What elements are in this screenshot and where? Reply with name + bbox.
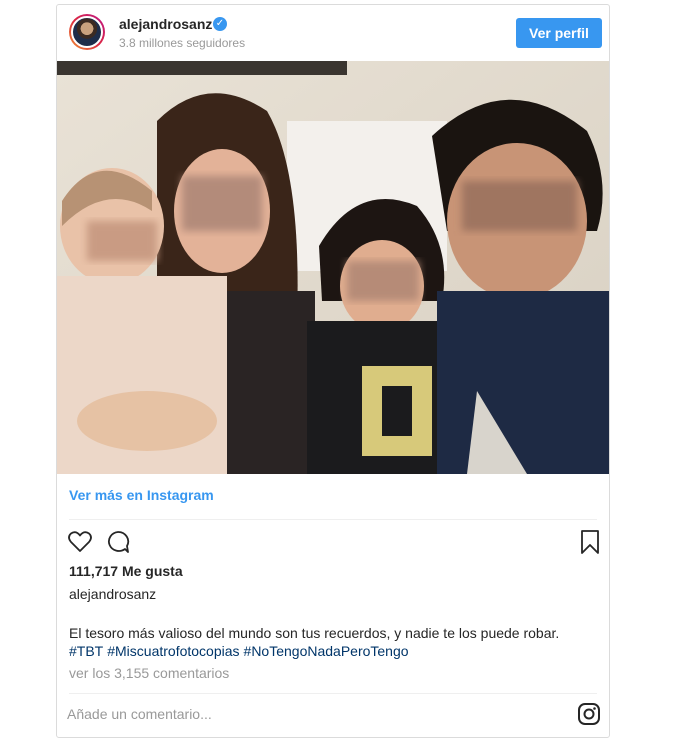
view-comments-link[interactable]: ver los 3,155 comentarios xyxy=(69,665,229,681)
hashtag-link[interactable]: #Miscuatrofotocopias xyxy=(107,643,239,659)
username[interactable]: alejandrosanz xyxy=(119,16,212,32)
follower-count: 3.8 millones seguidores xyxy=(119,36,246,50)
view-more-on-instagram-link[interactable]: Ver más en Instagram xyxy=(69,487,214,503)
hashtag-link[interactable]: #TBT xyxy=(69,643,103,659)
hashtag-link[interactable]: #NoTengoNadaPeroTengo xyxy=(244,643,409,659)
post-header: alejandrosanz ✓ 3.8 millones seguidores … xyxy=(57,5,609,61)
verified-badge-icon: ✓ xyxy=(213,17,227,31)
caption-author[interactable]: alejandrosanz xyxy=(69,586,156,602)
post-photo[interactable] xyxy=(57,61,609,474)
comment-icon[interactable] xyxy=(105,529,131,555)
heart-icon[interactable] xyxy=(67,529,93,555)
divider xyxy=(69,693,597,694)
instagram-logo-icon[interactable] xyxy=(577,702,601,726)
caption-text: El tesoro más valioso del mundo son tus … xyxy=(69,625,560,641)
comment-input[interactable] xyxy=(67,703,547,725)
divider xyxy=(69,519,597,520)
bookmark-icon[interactable] xyxy=(577,529,603,555)
like-count[interactable]: 111,717 Me gusta xyxy=(69,563,183,579)
view-profile-button[interactable]: Ver perfil xyxy=(516,18,602,48)
hashtag-list: #TBT #Miscuatrofotocopias #NoTengoNadaPero… xyxy=(69,642,413,660)
instagram-embed-card: alejandrosanz ✓ 3.8 millones seguidores … xyxy=(56,4,610,738)
avatar[interactable] xyxy=(69,14,105,50)
